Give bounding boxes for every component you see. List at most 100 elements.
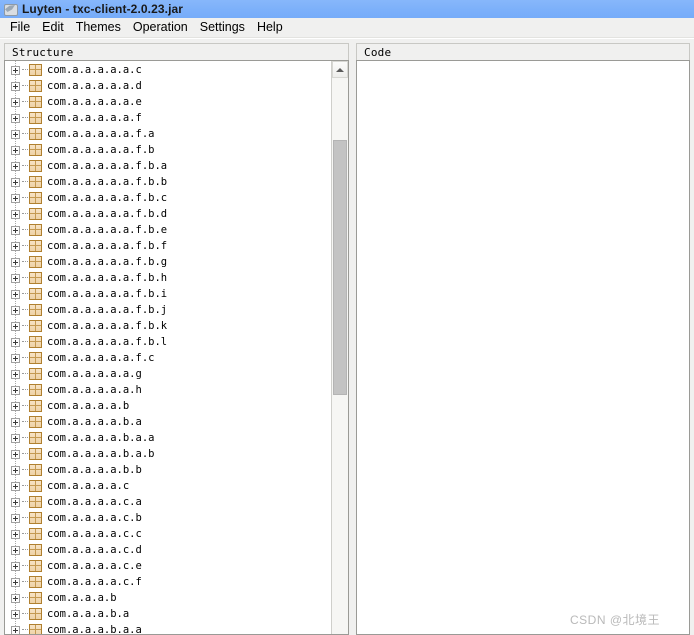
tree-row[interactable]: com.a.a.a.a.a.f.b.i — [5, 286, 331, 302]
tree-row-label: com.a.a.a.a.a.f.b.i — [47, 288, 168, 300]
plus-square-icon[interactable] — [11, 305, 20, 315]
tree-row[interactable]: com.a.a.a.a.c.b — [5, 510, 331, 526]
menu-item-help[interactable]: Help — [251, 19, 289, 36]
plus-square-icon[interactable] — [11, 449, 20, 459]
structure-tree-container: com.a.a.a.a.a.c com.a.a.a.a.a.d com.a.a.a.… — [4, 60, 349, 635]
plus-square-icon[interactable] — [11, 577, 20, 587]
plus-square-icon[interactable] — [11, 193, 20, 203]
tree-row[interactable]: com.a.a.a.a.a.c — [5, 62, 331, 78]
tree-connector — [22, 533, 28, 535]
scrollbar-thumb[interactable] — [333, 140, 347, 395]
plus-square-icon[interactable] — [11, 129, 20, 139]
plus-square-icon[interactable] — [11, 417, 20, 427]
structure-scrollbar[interactable] — [331, 61, 348, 634]
plus-square-icon[interactable] — [11, 625, 20, 634]
tree-row[interactable]: com.a.a.a.a.a.f.c — [5, 350, 331, 366]
tree-row[interactable]: com.a.a.a.a.a.g — [5, 366, 331, 382]
tree-row[interactable]: com.a.a.a.a.b — [5, 398, 331, 414]
package-icon — [29, 80, 42, 92]
plus-square-icon[interactable] — [11, 113, 20, 123]
code-editor-area[interactable] — [356, 60, 690, 635]
tree-row[interactable]: com.a.a.a.a.a.f.b.k — [5, 318, 331, 334]
plus-square-icon[interactable] — [11, 529, 20, 539]
tree-row[interactable]: com.a.a.a.a.a.f.b.l — [5, 334, 331, 350]
plus-square-icon[interactable] — [11, 177, 20, 187]
tree-row[interactable]: com.a.a.a.a.c.f — [5, 574, 331, 590]
plus-square-icon[interactable] — [11, 465, 20, 475]
menu-item-themes[interactable]: Themes — [70, 19, 127, 36]
plus-square-icon[interactable] — [11, 161, 20, 171]
menu-item-settings[interactable]: Settings — [194, 19, 251, 36]
structure-tree-viewport[interactable]: com.a.a.a.a.a.c com.a.a.a.a.a.d com.a.a.a.… — [5, 61, 331, 634]
plus-square-icon[interactable] — [11, 289, 20, 299]
tree-row[interactable]: com.a.a.a.a.c.d — [5, 542, 331, 558]
tree-connector — [22, 565, 28, 567]
plus-square-icon[interactable] — [11, 225, 20, 235]
tree-row[interactable]: com.a.a.a.a.a.f.b.g — [5, 254, 331, 270]
tree-row[interactable]: com.a.a.a.a.a.e — [5, 94, 331, 110]
menu-item-file[interactable]: File — [4, 19, 36, 36]
package-icon — [29, 64, 42, 76]
package-icon — [29, 288, 42, 300]
plus-square-icon[interactable] — [11, 81, 20, 91]
menu-item-operation[interactable]: Operation — [127, 19, 194, 36]
plus-square-icon[interactable] — [11, 561, 20, 571]
plus-square-icon[interactable] — [11, 385, 20, 395]
package-icon — [29, 272, 42, 284]
tree-row[interactable]: com.a.a.a.a.a.f.b.a — [5, 158, 331, 174]
menu-item-edit[interactable]: Edit — [36, 19, 70, 36]
tree-row-label: com.a.a.a.b.a.a — [47, 624, 142, 634]
plus-square-icon[interactable] — [11, 481, 20, 491]
tree-connector — [22, 517, 28, 519]
tree-row[interactable]: com.a.a.a.b.a — [5, 606, 331, 622]
plus-square-icon[interactable] — [11, 513, 20, 523]
tree-row[interactable]: com.a.a.a.a.c.a — [5, 494, 331, 510]
tree-row[interactable]: com.a.a.a.a.a.f.a — [5, 126, 331, 142]
tree-row[interactable]: com.a.a.a.a.b.a — [5, 414, 331, 430]
plus-square-icon[interactable] — [11, 97, 20, 107]
plus-square-icon[interactable] — [11, 321, 20, 331]
plus-square-icon[interactable] — [11, 337, 20, 347]
scrollbar-track[interactable] — [332, 78, 348, 634]
tree-row[interactable]: com.a.a.a.b — [5, 590, 331, 606]
tree-row[interactable]: com.a.a.a.a.a.d — [5, 78, 331, 94]
tree-row[interactable]: com.a.a.a.a.b.b — [5, 462, 331, 478]
tree-row[interactable]: com.a.a.a.a.a.f.b — [5, 142, 331, 158]
plus-square-icon[interactable] — [11, 65, 20, 75]
tree-row[interactable]: com.a.a.a.a.b.a.b — [5, 446, 331, 462]
tree-row[interactable]: com.a.a.a.a.a.f.b.h — [5, 270, 331, 286]
plus-square-icon[interactable] — [11, 369, 20, 379]
plus-square-icon[interactable] — [11, 545, 20, 555]
tree-row[interactable]: com.a.a.a.a.c.e — [5, 558, 331, 574]
tree-row[interactable]: com.a.a.a.a.a.f.b.e — [5, 222, 331, 238]
plus-square-icon[interactable] — [11, 609, 20, 619]
plus-square-icon[interactable] — [11, 257, 20, 267]
plus-square-icon[interactable] — [11, 353, 20, 363]
plus-square-icon[interactable] — [11, 593, 20, 603]
plus-square-icon[interactable] — [11, 433, 20, 443]
tree-row[interactable]: com.a.a.a.a.a.f.b.j — [5, 302, 331, 318]
tree-row-label: com.a.a.a.a.a.f.b.l — [47, 336, 168, 348]
tree-row[interactable]: com.a.a.a.a.a.f.b.d — [5, 206, 331, 222]
tree-row[interactable]: com.a.a.a.a.a.f.b.f — [5, 238, 331, 254]
package-icon — [29, 512, 42, 524]
plus-square-icon[interactable] — [11, 145, 20, 155]
plus-square-icon[interactable] — [11, 497, 20, 507]
scrollbar-up-button[interactable] — [332, 61, 348, 78]
package-icon — [29, 176, 42, 188]
tree-row[interactable]: com.a.a.a.b.a.a — [5, 622, 331, 634]
tree-row[interactable]: com.a.a.a.a.c — [5, 478, 331, 494]
tree-row-label: com.a.a.a.a.c.d — [47, 544, 142, 556]
tree-row[interactable]: com.a.a.a.a.b.a.a — [5, 430, 331, 446]
plus-square-icon[interactable] — [11, 209, 20, 219]
tree-row-label: com.a.a.a.a.a.f.b.g — [47, 256, 168, 268]
tree-row[interactable]: com.a.a.a.a.a.f.b.b — [5, 174, 331, 190]
tree-connector — [22, 277, 28, 279]
tree-row[interactable]: com.a.a.a.a.a.f — [5, 110, 331, 126]
tree-row[interactable]: com.a.a.a.a.a.f.b.c — [5, 190, 331, 206]
plus-square-icon[interactable] — [11, 401, 20, 411]
tree-row[interactable]: com.a.a.a.a.c.c — [5, 526, 331, 542]
plus-square-icon[interactable] — [11, 273, 20, 283]
tree-row[interactable]: com.a.a.a.a.a.h — [5, 382, 331, 398]
plus-square-icon[interactable] — [11, 241, 20, 251]
